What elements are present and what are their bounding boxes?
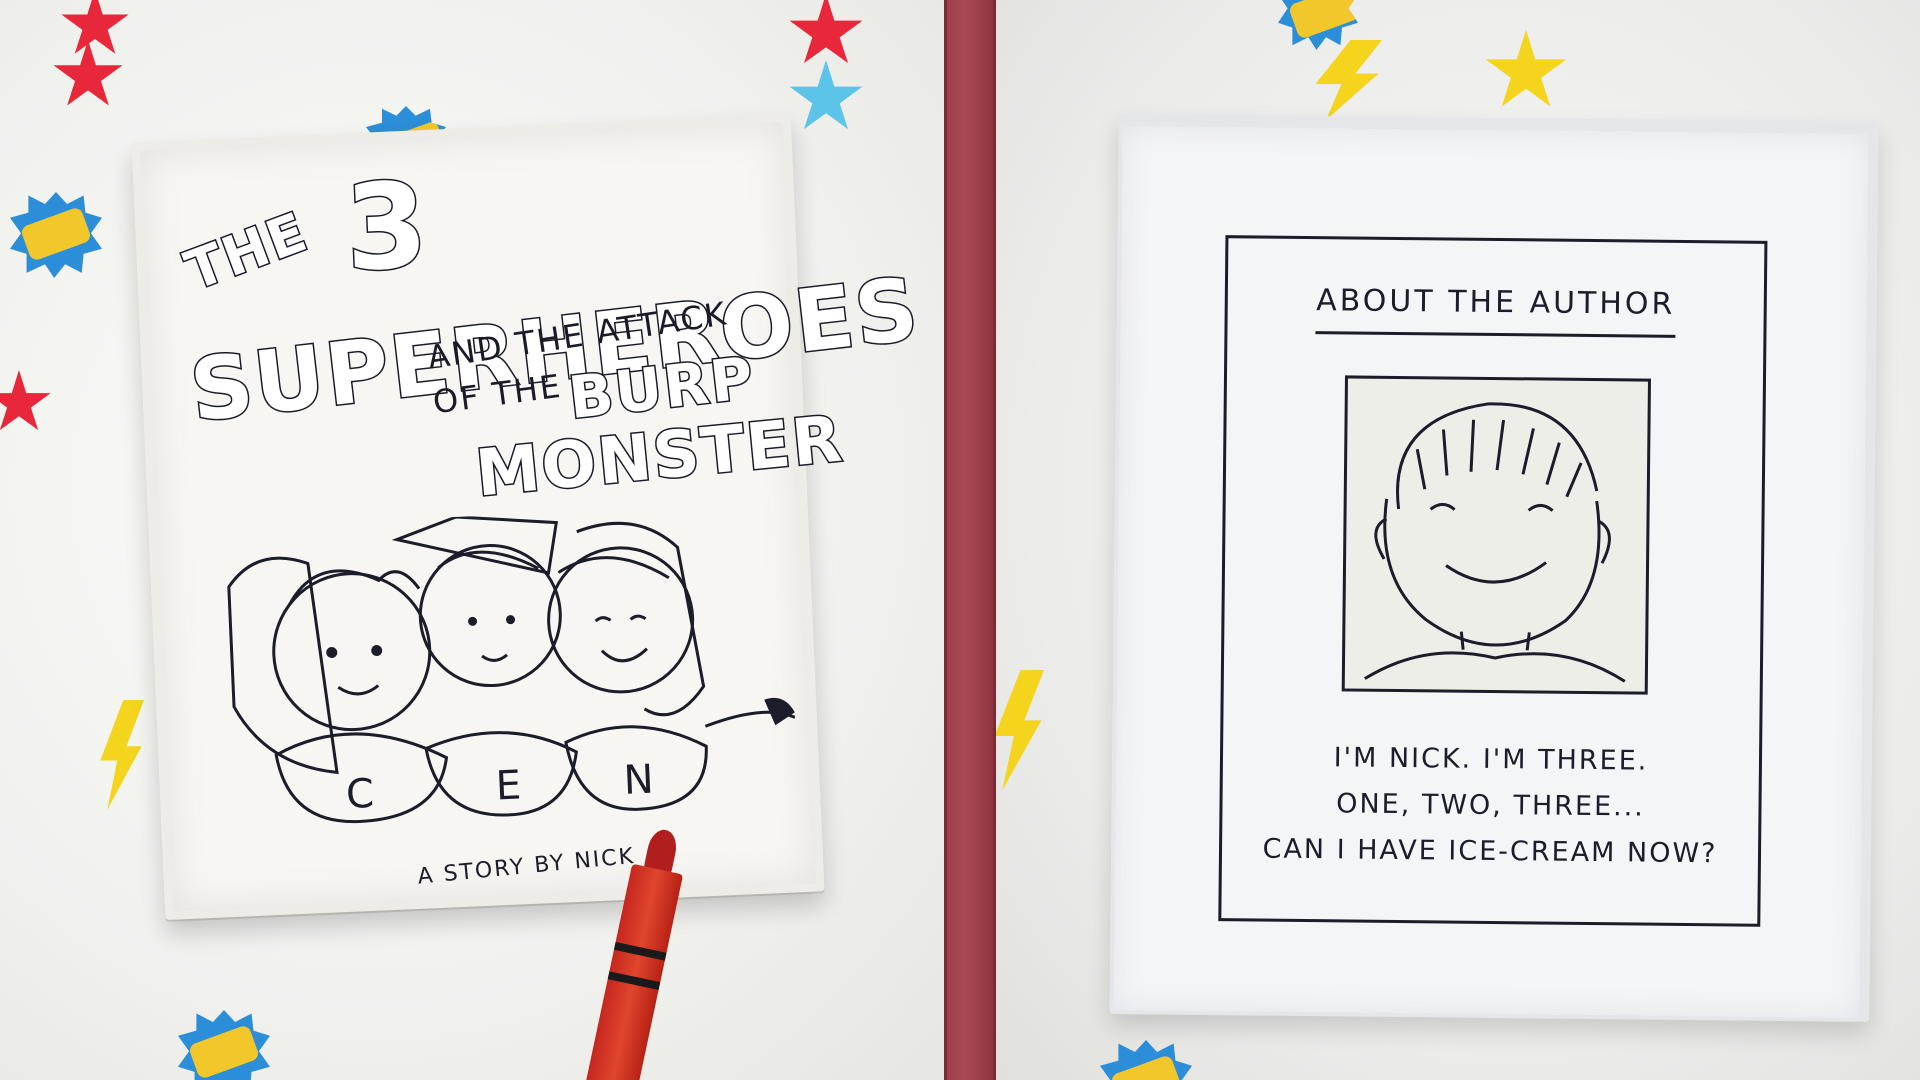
hero-letter-c: C <box>344 770 375 819</box>
bio-line: ONE, TWO, THREE... <box>1335 788 1646 823</box>
hero-letter-e: E <box>494 762 523 810</box>
pow-sticker <box>1100 1040 1192 1080</box>
yellow-bolt-sticker <box>996 670 1044 790</box>
red-star-sticker <box>61 0 129 54</box>
boy-portrait-drawing <box>1364 402 1626 683</box>
bio-line: CAN I HAVE ICE-CREAM NOW? <box>1262 833 1718 870</box>
about-author-heading: ABOUT THE AUTHOR <box>1315 283 1676 322</box>
cover-subtitle-monster: MONSTER <box>471 401 848 513</box>
yellow-star-sticker <box>1485 30 1567 107</box>
cover-byline: A STORY BY NICK <box>416 843 637 890</box>
red-star-sticker <box>789 0 863 64</box>
blue-star-sticker <box>789 60 863 130</box>
author-bio: I'M NICK. I'M THREE. ONE, TWO, THREE... … <box>1222 734 1759 878</box>
yellow-bolt-sticker <box>100 700 144 810</box>
bio-line: I'M NICK. I'M THREE. <box>1333 742 1649 777</box>
pow-sticker <box>178 1010 270 1080</box>
panel-divider <box>944 0 996 1080</box>
heading-underline <box>1315 331 1676 338</box>
author-portrait <box>1341 375 1651 695</box>
pow-sticker <box>10 192 102 278</box>
yellow-bolt-sticker <box>1315 40 1382 120</box>
hero-letter-n: N <box>622 756 655 804</box>
author-photo-panel: ABOUT THE AUTHOR I'M NICK. I'M THREE. ON… <box>996 0 1920 1080</box>
author-frame: ABOUT THE AUTHOR I'M NICK. I'M THREE. ON… <box>1218 235 1768 927</box>
red-star-sticker <box>0 370 51 431</box>
pow-sticker <box>1278 0 1358 50</box>
cover-page: THE 3 SUPERHEROES SUPERHEROES AND THE AT… <box>139 122 926 912</box>
author-booklet: ABOUT THE AUTHOR I'M NICK. I'M THREE. ON… <box>1109 114 1879 1022</box>
cover-title-the: THE <box>176 198 318 304</box>
cover-title-number: 3 <box>341 154 434 299</box>
author-page: ABOUT THE AUTHOR I'M NICK. I'M THREE. ON… <box>1113 126 1869 1018</box>
cover-photo-panel: THE 3 SUPERHEROES SUPERHEROES AND THE AT… <box>0 0 944 1080</box>
cover-booklet: THE 3 SUPERHEROES SUPERHEROES AND THE AT… <box>131 113 926 921</box>
